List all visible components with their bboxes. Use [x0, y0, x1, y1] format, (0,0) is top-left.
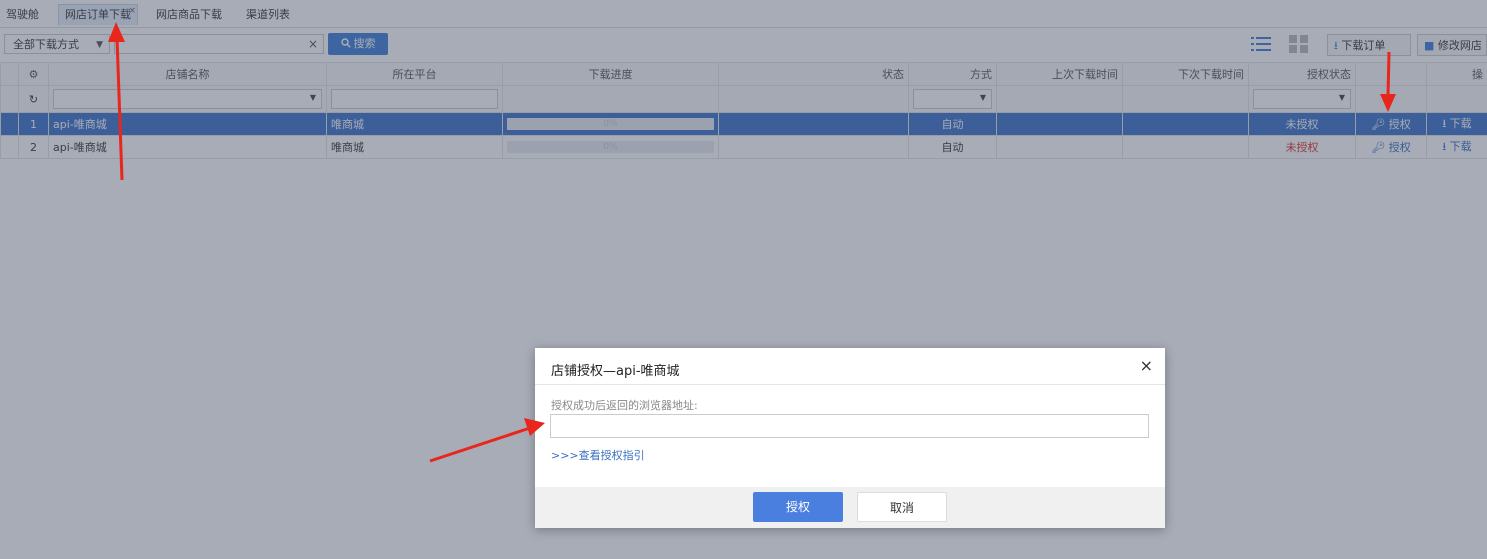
redirect-url-label: 授权成功后返回的浏览器地址: — [551, 399, 698, 412]
dialog-divider — [535, 384, 1165, 385]
authorize-guide-link[interactable]: >>>查看授权指引 — [551, 447, 645, 463]
redirect-url-input[interactable] — [550, 414, 1149, 438]
authorize-button[interactable]: 授权 — [753, 492, 843, 522]
close-icon[interactable]: × — [1140, 356, 1153, 375]
cancel-button[interactable]: 取消 — [857, 492, 947, 522]
authorize-dialog: 店铺授权—api-唯商城 × 授权成功后返回的浏览器地址: >>>查看授权指引 … — [535, 348, 1165, 528]
dialog-footer: 授权 取消 — [535, 487, 1165, 528]
dialog-title: 店铺授权—api-唯商城 — [551, 364, 680, 379]
